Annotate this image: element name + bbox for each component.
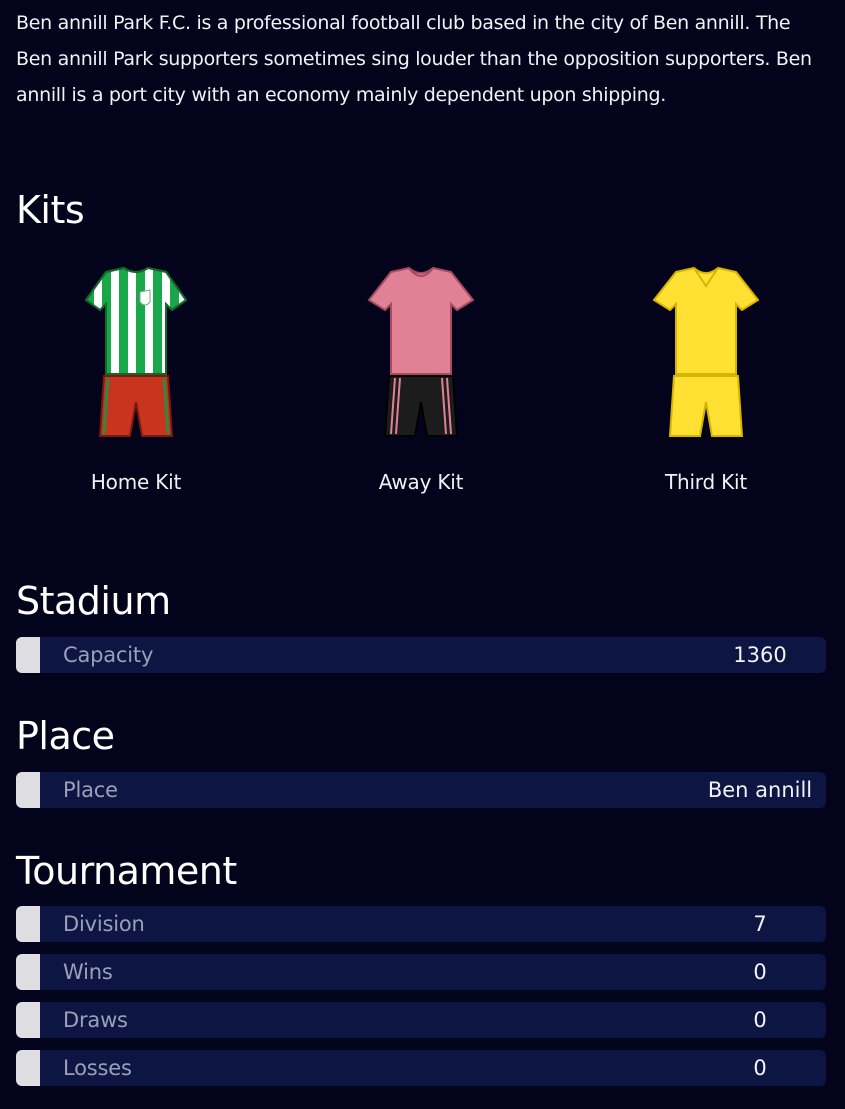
draws-row: Draws 0	[16, 1002, 826, 1038]
capacity-label: Capacity	[63, 643, 154, 667]
place-label: Place	[63, 778, 118, 802]
division-row: Division 7	[16, 906, 826, 942]
home-kit: Home Kit	[36, 262, 236, 494]
wins-value: 0	[753, 960, 767, 984]
row-marker	[16, 1050, 40, 1086]
club-description: Ben annill Park F.C. is a professional f…	[16, 12, 812, 106]
stadium-heading: Stadium	[16, 579, 171, 623]
tournament-heading: Tournament	[16, 849, 237, 893]
row-marker	[16, 772, 40, 808]
home-kit-label: Home Kit	[90, 470, 182, 494]
losses-row: Losses 0	[16, 1050, 826, 1086]
capacity-value: 1360	[733, 643, 787, 667]
away-kit-label: Away Kit	[378, 470, 464, 494]
third-kit-icon	[652, 266, 760, 437]
third-kit-label: Third Kit	[664, 470, 748, 494]
row-marker	[16, 906, 40, 942]
wins-row: Wins 0	[16, 954, 826, 990]
home-kit-icon	[84, 266, 188, 437]
draws-label: Draws	[63, 1008, 128, 1032]
kits-list: Home Kit Away Kit Third Kit	[0, 262, 845, 512]
wins-label: Wins	[63, 960, 113, 984]
losses-label: Losses	[63, 1056, 132, 1080]
kits-heading: Kits	[16, 188, 85, 232]
place-heading: Place	[16, 714, 115, 758]
row-marker	[16, 954, 40, 990]
away-kit: Away Kit	[321, 262, 521, 494]
place-value: Ben annill	[707, 778, 813, 802]
division-label: Division	[63, 912, 145, 936]
place-row: Place Ben annill	[16, 772, 826, 808]
division-value: 7	[753, 912, 767, 936]
row-marker	[16, 1002, 40, 1038]
capacity-row: Capacity 1360	[16, 637, 826, 673]
losses-value: 0	[753, 1056, 767, 1080]
row-marker	[16, 637, 40, 673]
third-kit: Third Kit	[606, 262, 806, 494]
away-kit-icon	[367, 266, 475, 437]
draws-value: 0	[753, 1008, 767, 1032]
